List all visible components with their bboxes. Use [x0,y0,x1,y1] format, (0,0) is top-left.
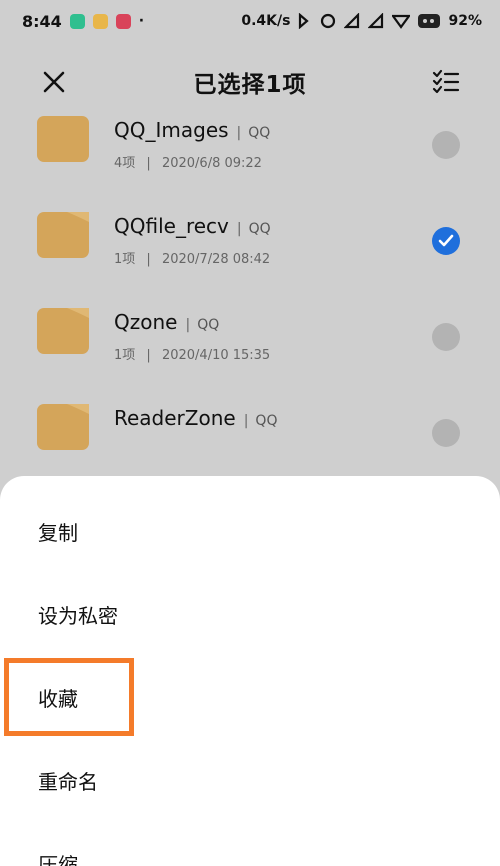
list-item[interactable]: QQ_Images | QQ 4项 | 2020/6/8 09:22 [0,74,500,171]
separator: | [243,413,249,429]
file-source: QQ [255,413,278,429]
item-count: 1项 [114,252,136,267]
alarm-icon [320,13,336,29]
app-notification-icon [115,13,131,29]
menu-item-label: 重命名 [38,770,98,794]
file-name: ReaderZone [114,406,236,430]
app-notification-icon [92,13,108,29]
select-checkbox-checked[interactable] [432,227,460,255]
modified-date: 2020/7/28 08:42 [161,252,271,267]
select-checkbox[interactable] [432,323,460,351]
signal-icon [344,13,360,29]
separator: | [146,156,151,171]
list-item[interactable]: ReaderZone | QQ [0,362,500,458]
clock: 8:44 [22,11,62,31]
file-name: QQ_Images [114,118,229,142]
battery-saver-icon [418,14,441,28]
menu-item-rename[interactable]: 重命名 [0,739,500,822]
network-speed: 0.4K/s [241,13,291,29]
item-count: 4项 [114,156,136,171]
separator: | [146,252,151,267]
menu-item-label: 复制 [38,521,78,545]
highlight-annotation [4,658,134,736]
file-source: QQ [248,125,271,141]
checkmark-icon [438,234,454,247]
app-notification-icon [69,13,85,29]
menu-item-compress[interactable]: 压缩 [0,822,500,866]
separator: | [185,317,191,333]
nfc-icon [298,13,312,29]
signal-icon [368,13,384,29]
wifi-icon [392,13,411,29]
file-name: QQfile_recv [114,214,229,238]
separator: | [146,348,151,363]
status-bar: 8:44 · 0.4K/s 92% [0,0,500,42]
folder-icon [37,212,89,258]
folder-icon [37,308,89,354]
list-item[interactable]: Qzone | QQ 1项 | 2020/4/10 15:35 [0,266,500,363]
more-notifications-dot: · [138,13,145,29]
menu-item-label: 压缩 [38,853,78,866]
select-checkbox[interactable] [432,419,460,447]
modified-date: 2020/4/10 15:35 [161,348,271,363]
battery-level: 92% [448,13,482,29]
modified-date: 2020/6/8 09:22 [161,156,262,171]
select-checkbox[interactable] [432,131,460,159]
separator: | [236,125,242,141]
file-source: QQ [197,317,220,333]
file-list: QQ_Images | QQ 4项 | 2020/6/8 09:22 QQfil… [0,116,500,506]
separator: | [236,221,242,237]
item-count: 1项 [114,348,136,363]
folder-icon [37,404,89,450]
menu-item-label: 设为私密 [38,604,118,628]
file-name: Qzone [114,310,178,334]
list-item[interactable]: QQfile_recv | QQ 1项 | 2020/7/28 08:42 [0,170,500,267]
folder-icon [37,116,89,162]
menu-item-copy[interactable]: 复制 [0,490,500,573]
menu-item-set-private[interactable]: 设为私密 [0,573,500,656]
file-source: QQ [248,221,271,237]
